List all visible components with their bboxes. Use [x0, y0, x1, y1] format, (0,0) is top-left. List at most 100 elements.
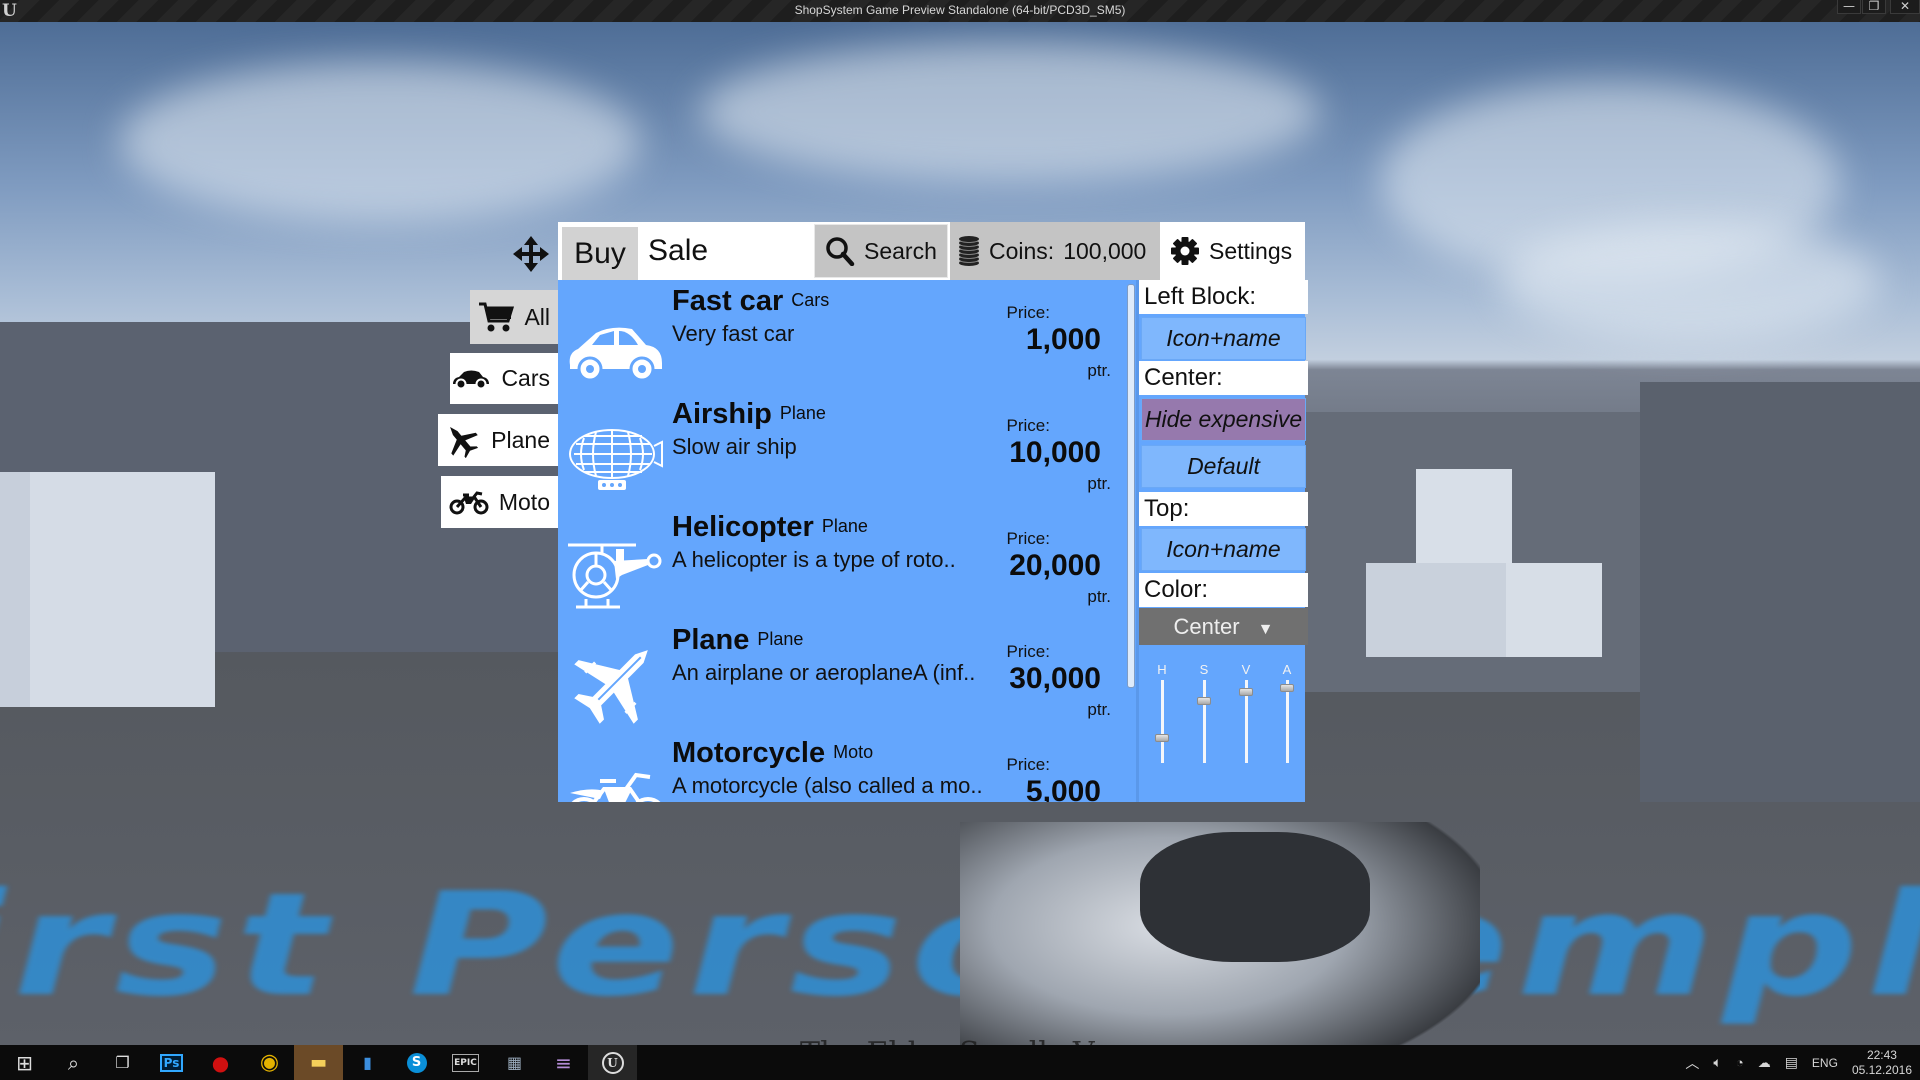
- app-window-icon: ▮: [363, 1053, 372, 1072]
- list-item[interactable]: Plane Plane An airplane or aeroplaneA (in…: [558, 624, 1123, 737]
- slider-v[interactable]: V: [1236, 662, 1256, 767]
- slider-thumb[interactable]: [1280, 684, 1294, 693]
- cloud-sync-icon[interactable]: ☁︎: [1758, 1055, 1771, 1071]
- task-view-icon: ❐: [115, 1053, 130, 1072]
- color-target-dropdown[interactable]: Center ▼: [1139, 608, 1308, 645]
- search-button[interactable]: Search: [814, 224, 948, 278]
- item-category: Moto: [833, 742, 874, 762]
- tab-buy[interactable]: Buy: [562, 227, 638, 280]
- dropdown-arrow-icon: ▼: [1257, 621, 1274, 638]
- language-indicator[interactable]: ENG: [1812, 1056, 1838, 1070]
- taskbar-file-explorer[interactable]: ▬: [294, 1045, 343, 1080]
- slider-track: [1203, 680, 1206, 763]
- search-icon: ⌕: [67, 1050, 80, 1075]
- category-moto[interactable]: Moto: [441, 476, 558, 528]
- folder-icon: ▬: [309, 1052, 327, 1073]
- price-label: Price:: [1006, 529, 1050, 548]
- item-name: Airship Plane: [672, 398, 826, 431]
- volume-icon[interactable]: 🔈︎: [1713, 1054, 1721, 1071]
- close-button[interactable]: ✕: [1890, 0, 1920, 14]
- taskbar-winrar[interactable]: ≡: [539, 1045, 588, 1080]
- minimize-button[interactable]: —: [1837, 0, 1861, 14]
- slider-thumb[interactable]: [1239, 688, 1253, 697]
- move-arrows-icon: [513, 236, 549, 272]
- slider-thumb[interactable]: [1197, 696, 1211, 705]
- move-handle[interactable]: [511, 234, 551, 274]
- taskbar-search-button[interactable]: ⌕: [49, 1045, 98, 1080]
- airship-icon: [569, 429, 663, 490]
- car-icon: [569, 327, 662, 382]
- taskbar-unreal-engine[interactable]: U: [588, 1045, 637, 1080]
- coins-display: Coins: 100,000: [950, 222, 1160, 280]
- motorcycle-icon: [449, 491, 489, 515]
- price-unit: ptr.: [1087, 587, 1111, 606]
- shop-header: Buy Sale Search Coins: 100,000 Settings: [558, 222, 1305, 280]
- show-hidden-icons-icon[interactable]: ︿: [1685, 1053, 1699, 1073]
- item-category: Plane: [821, 516, 868, 536]
- list-item[interactable]: Motorcycle Moto A motorcycle (also called…: [558, 737, 1123, 802]
- taskbar-monitor-app[interactable]: ▦: [490, 1045, 539, 1080]
- clock[interactable]: 22:43 05.12.2016: [1852, 1048, 1912, 1078]
- taskbar-start-button[interactable]: ⊞: [0, 1045, 49, 1080]
- slider-a[interactable]: A: [1277, 662, 1297, 767]
- price-label: Price:: [1006, 642, 1050, 661]
- cloud: [700, 42, 1320, 182]
- left-block-option[interactable]: Icon+name: [1141, 317, 1306, 360]
- price-unit: ptr.: [1087, 700, 1111, 719]
- tab-sale[interactable]: Sale: [638, 222, 814, 280]
- item-price: 20,000: [1009, 549, 1101, 582]
- cube: [1366, 563, 1506, 657]
- taskbar-chrome[interactable]: ◉: [245, 1045, 294, 1080]
- center-option-default[interactable]: Default: [1141, 445, 1306, 488]
- cube: [1416, 469, 1512, 563]
- top-option[interactable]: Icon+name: [1141, 528, 1306, 571]
- item-list: Fast car Cars Very fast car Price: 1,000 …: [558, 280, 1136, 802]
- taskbar-skype[interactable]: S: [392, 1045, 441, 1080]
- cube: [1506, 563, 1602, 657]
- restore-button[interactable]: ❐: [1862, 0, 1886, 14]
- taskbar-photoshop[interactable]: Ps: [147, 1045, 196, 1080]
- item-price: 30,000: [1009, 662, 1101, 695]
- category-label: All: [524, 303, 550, 330]
- taskbar-task-view-button[interactable]: ❐: [98, 1045, 147, 1080]
- settings-button[interactable]: Settings: [1160, 222, 1305, 280]
- category-plane[interactable]: Plane: [438, 414, 558, 466]
- category-all[interactable]: All: [470, 290, 558, 344]
- cloud: [120, 62, 640, 222]
- notifications-icon[interactable]: ▤: [1785, 1054, 1798, 1071]
- left-block-label: Left Block:: [1139, 280, 1308, 314]
- taskbar-app-window[interactable]: ▮: [343, 1045, 392, 1080]
- price-label: Price:: [1006, 303, 1050, 322]
- item-category: Cars: [791, 290, 830, 310]
- system-tray: ︿ 🔈︎ ◔ ☁︎ ▤ ENG 22:43 05.12.2016: [1685, 1045, 1920, 1080]
- chrome-icon: ◉: [259, 1050, 280, 1075]
- taskbar-epic-games[interactable]: EPIC: [441, 1045, 490, 1080]
- color-target-value: Center: [1173, 614, 1240, 639]
- cart-icon: [479, 302, 515, 332]
- taskbar: ⊞ ⌕ ❐ Ps ● ◉ ▬ ▮ S EPIC ▦ ≡ U ︿ 🔈︎ ◔ ☁︎ …: [0, 1045, 1920, 1080]
- list-item[interactable]: Helicopter Plane A helicopter is a type o…: [558, 511, 1123, 624]
- slider-label: V: [1241, 662, 1251, 677]
- slider-label: H: [1157, 662, 1167, 677]
- item-list-scrollbar[interactable]: [1127, 284, 1135, 688]
- item-description: A motorcycle (also called a mo..: [672, 773, 983, 798]
- archive-icon: ≡: [555, 1050, 572, 1075]
- slider-thumb[interactable]: [1155, 734, 1169, 743]
- list-item[interactable]: Airship Plane Slow air ship Price: 10,000…: [558, 398, 1123, 511]
- slider-h[interactable]: H: [1152, 662, 1172, 767]
- taskbar-recorder[interactable]: ●: [196, 1045, 245, 1080]
- wifi-icon[interactable]: ◔: [1736, 1055, 1744, 1070]
- item-name-text: Airship: [672, 398, 772, 430]
- item-name: Helicopter Plane: [672, 511, 868, 544]
- list-item[interactable]: Fast car Cars Very fast car Price: 1,000 …: [558, 285, 1123, 398]
- jet-icon: [450, 426, 479, 458]
- coins-label: Coins:: [989, 237, 1055, 264]
- center-option-hide-expensive[interactable]: Hide expensive: [1141, 398, 1306, 441]
- price-label: Price:: [1006, 755, 1050, 774]
- slider-s[interactable]: S: [1194, 662, 1214, 767]
- window-titlebar: U ShopSystem Game Preview Standalone (64…: [0, 0, 1920, 22]
- item-name: Motorcycle Moto: [672, 737, 873, 770]
- item-name-text: Helicopter: [672, 511, 814, 543]
- windows-icon: ⊞: [16, 1050, 33, 1075]
- category-cars[interactable]: Cars: [450, 353, 558, 404]
